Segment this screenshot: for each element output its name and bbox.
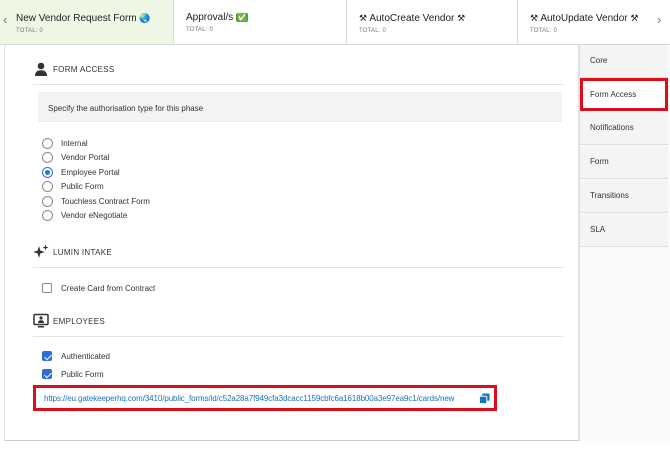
user-icon	[35, 62, 47, 76]
hammer-pick-icon: ⚒	[457, 13, 466, 23]
checkbox[interactable]	[42, 283, 52, 293]
sidebar-item-core[interactable]: Core	[580, 45, 668, 78]
tab-total: TOTAL: 0	[16, 28, 44, 34]
tab-new-vendor-request-form[interactable]: New Vendor Request Form 🌏 TOTAL: 0	[0, 0, 174, 44]
employees-section-header: EMPLOYEES	[33, 313, 563, 337]
phase-tab-strip: New Vendor Request Form 🌏 TOTAL: 0 Appro…	[0, 0, 670, 45]
sidebar-item-label: Form Access	[590, 90, 637, 99]
hammer-pick-icon: ⚒	[630, 13, 639, 23]
copy-icon[interactable]	[479, 393, 490, 404]
chevron-right-icon[interactable]: ›	[657, 13, 661, 27]
checkbox-checked[interactable]	[42, 369, 52, 379]
authorisation-description: Specify the authorisation type for this …	[38, 92, 562, 122]
checkbox-label: Public Form	[61, 370, 104, 379]
checkbox-label: Create Card from Contract	[61, 284, 156, 293]
form-access-heading: FORM ACCESS	[53, 65, 115, 74]
radio-label: Public Form	[61, 182, 104, 191]
phase-settings-panel: FORM ACCESS Specify the authorisation ty…	[4, 45, 579, 441]
sidebar-item-form-access[interactable]: Form Access	[580, 78, 668, 111]
globe-icon: 🌏	[139, 13, 151, 23]
sidebar-item-label: SLA	[590, 225, 606, 234]
radio-button[interactable]	[42, 210, 53, 221]
sidebar-item-label: Form	[590, 157, 609, 166]
tab-title-group: ⚒ AutoUpdate Vendor ⚒	[530, 12, 670, 25]
sidebar-item-form[interactable]: Form	[580, 146, 668, 179]
sidebar-item-sla[interactable]: SLA	[580, 214, 668, 247]
sidebar-item-label: Core	[590, 56, 608, 65]
hammer-pick-icon: ⚒	[530, 13, 539, 23]
radio-label: Vendor Portal	[61, 153, 110, 162]
checkbox-checked[interactable]	[42, 351, 52, 361]
employees-heading: EMPLOYEES	[53, 317, 106, 326]
tab-title: New Vendor Request Form	[16, 13, 137, 24]
lumin-intake-heading: LUMIN INTAKE	[53, 248, 113, 257]
sidebar-item-label: Notifications	[590, 123, 634, 132]
sparkles-icon	[33, 244, 49, 258]
public-form-url-box: https://eu.gatekeeperhq.com/3410/public_…	[33, 385, 497, 411]
phase-settings-sidebar: Core Form Access Notifications Form Tran…	[579, 45, 670, 441]
tab-approvals[interactable]: Approval/s ✅ TOTAL: 0	[174, 0, 347, 44]
radio-label: Vendor eNegotiate	[61, 211, 128, 220]
tab-title: Approval/s	[186, 12, 234, 23]
monitor-user-icon	[33, 313, 49, 328]
tab-autocreate-vendor[interactable]: ⚒ AutoCreate Vendor ⚒ TOTAL: 0	[347, 0, 518, 44]
lumin-intake-section-header: LUMIN INTAKE	[33, 244, 563, 268]
radio-button[interactable]	[42, 181, 53, 192]
tab-total: TOTAL: 0	[530, 28, 558, 34]
form-access-section-header: FORM ACCESS	[33, 61, 563, 85]
chevron-left-icon[interactable]: ‹	[3, 13, 7, 27]
tab-total: TOTAL: 0	[186, 27, 214, 33]
radio-label: Employee Portal	[61, 168, 120, 177]
radio-label: Touchless Contract Form	[61, 197, 150, 206]
authorisation-description-text: Specify the authorisation type for this …	[48, 104, 204, 113]
checkbox-label: Authenticated	[61, 352, 110, 361]
sidebar-item-notifications[interactable]: Notifications	[580, 112, 668, 145]
tab-autoupdate-vendor[interactable]: ⚒ AutoUpdate Vendor ⚒ TOTAL: 0	[518, 0, 670, 44]
tab-total: TOTAL: 0	[359, 28, 387, 34]
check-mark-icon: ✅	[236, 13, 248, 22]
sidebar-item-transitions[interactable]: Transitions	[580, 180, 668, 213]
tab-title-group: Approval/s ✅	[186, 12, 346, 24]
tab-title-group: New Vendor Request Form 🌏	[16, 12, 173, 25]
radio-label: Internal	[61, 139, 88, 148]
hammer-pick-icon: ⚒	[359, 13, 368, 23]
sidebar-item-label: Transitions	[590, 191, 629, 200]
radio-button[interactable]	[42, 138, 53, 149]
radio-button-selected[interactable]	[42, 167, 53, 178]
tab-title-group: ⚒ AutoCreate Vendor ⚒	[359, 12, 517, 25]
radio-button[interactable]	[42, 152, 53, 163]
public-form-url-link[interactable]: https://eu.gatekeeperhq.com/3410/public_…	[44, 394, 454, 403]
tab-title: AutoCreate Vendor	[369, 13, 455, 24]
tab-title: AutoUpdate Vendor	[540, 13, 628, 24]
radio-button[interactable]	[42, 196, 53, 207]
